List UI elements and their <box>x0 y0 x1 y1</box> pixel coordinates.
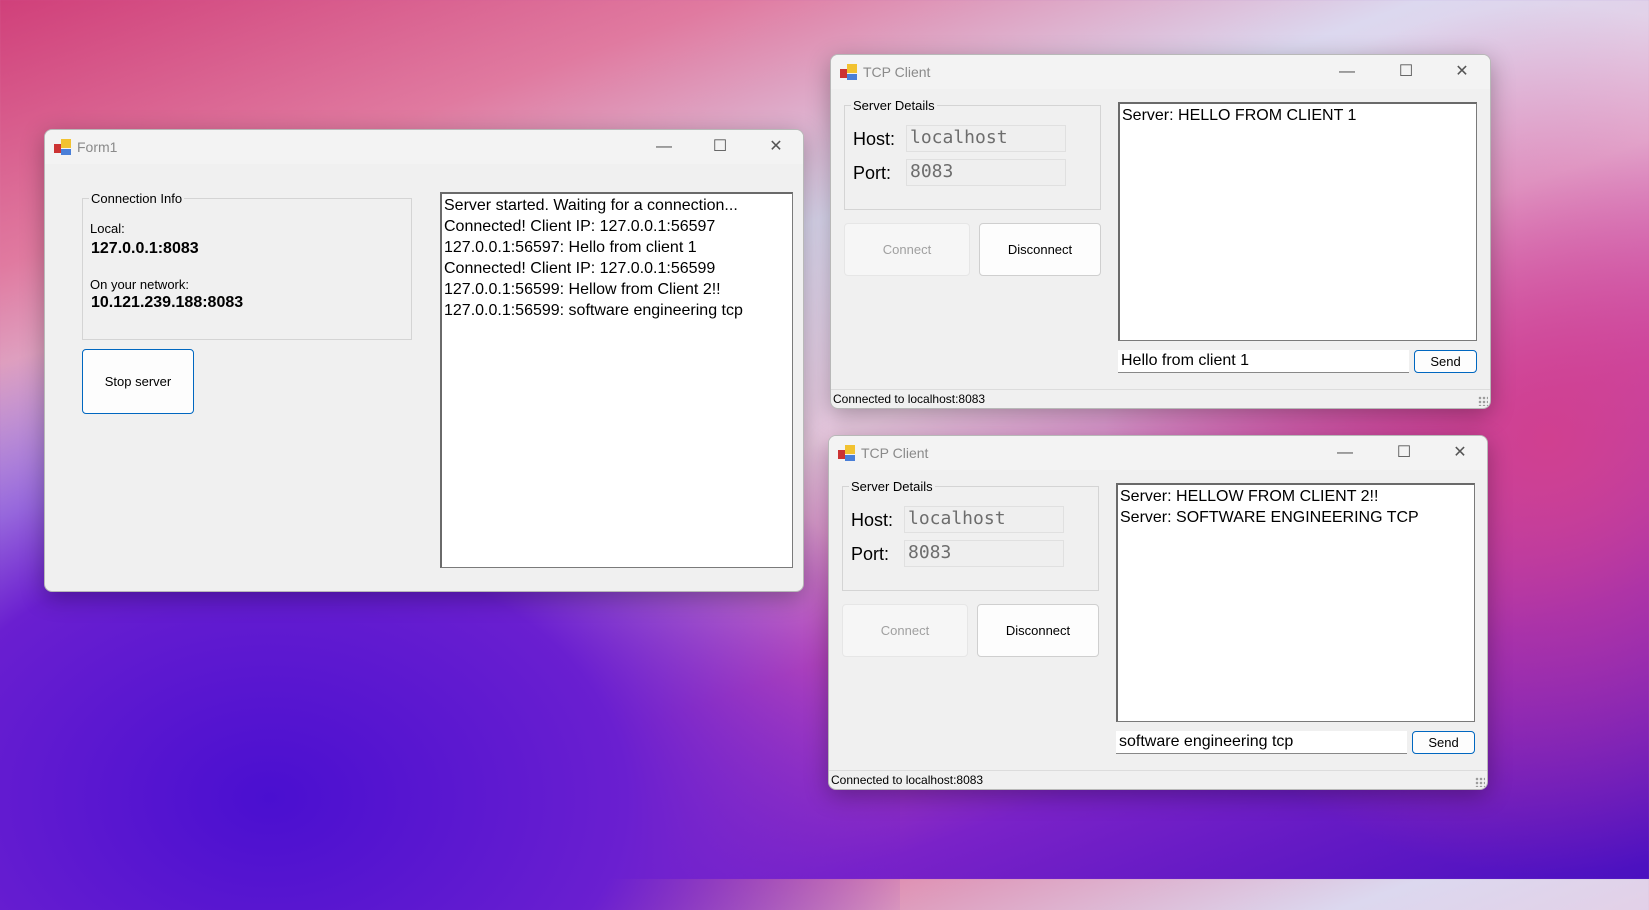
log-line: Connected! Client IP: 127.0.0.1:56599 <box>444 260 716 277</box>
status-bar: Connected to localhost:8083 <box>831 389 1490 408</box>
host-input[interactable]: localhost <box>906 125 1066 152</box>
resize-grip-icon[interactable] <box>1478 396 1488 406</box>
status-text: Connected to localhost:8083 <box>831 773 984 787</box>
server-details-group: Server Details <box>844 98 1101 210</box>
close-button[interactable]: ✕ <box>1437 440 1483 466</box>
port-label: Port: <box>853 163 892 183</box>
port-label: Port: <box>851 544 890 564</box>
title-bar[interactable]: TCP Client — ☐ ✕ <box>831 55 1490 89</box>
log-line: 127.0.0.1:56599: software engineering tc… <box>444 302 743 319</box>
host-label: Host: <box>851 510 894 530</box>
connection-info-group: Connection Info <box>82 191 412 340</box>
send-button[interactable]: Send <box>1412 731 1475 754</box>
log-line: Server started. Waiting for a connection… <box>444 197 738 214</box>
server-log[interactable]: Server started. Waiting for a connection… <box>440 192 793 568</box>
app-icon <box>840 64 857 81</box>
host-input[interactable]: localhost <box>904 506 1064 533</box>
status-text: Connected to localhost:8083 <box>833 392 986 406</box>
message-input[interactable]: Hello from client 1 <box>1118 350 1409 373</box>
log-line: 127.0.0.1:56597: Hello from client 1 <box>444 239 697 256</box>
tcp-client-window-1: TCP Client — ☐ ✕ Server Details Host: lo… <box>830 54 1491 409</box>
close-button[interactable]: ✕ <box>1439 59 1485 85</box>
title-bar[interactable]: Form1 — ☐ ✕ <box>45 130 803 164</box>
maximize-button[interactable]: ☐ <box>1383 59 1429 85</box>
network-address: 10.121.239.188:8083 <box>91 294 244 311</box>
send-button[interactable]: Send <box>1414 350 1477 373</box>
status-bar: Connected to localhost:8083 <box>829 770 1487 789</box>
log-line: Server: SOFTWARE ENGINEERING TCP <box>1120 509 1419 526</box>
tcp-client-window-2: TCP Client — ☐ ✕ Server Details Host: lo… <box>828 435 1488 790</box>
log-line: Server: HELLO FROM CLIENT 1 <box>1122 107 1357 124</box>
local-label: Local: <box>90 221 125 236</box>
window-title: TCP Client <box>863 64 931 80</box>
log-line: Connected! Client IP: 127.0.0.1:56597 <box>444 218 716 235</box>
close-button[interactable]: ✕ <box>753 134 799 160</box>
minimize-button[interactable]: — <box>1322 440 1368 466</box>
local-address: 127.0.0.1:8083 <box>91 240 199 257</box>
connect-button[interactable]: Connect <box>844 223 970 276</box>
minimize-button[interactable]: — <box>641 134 687 160</box>
server-details-group: Server Details <box>842 479 1099 591</box>
resize-grip-icon[interactable] <box>1475 777 1485 787</box>
port-input[interactable]: 8083 <box>906 159 1066 186</box>
disconnect-button[interactable]: Disconnect <box>977 604 1099 657</box>
message-input[interactable]: software engineering tcp <box>1116 731 1407 754</box>
window-title: TCP Client <box>861 445 929 461</box>
minimize-button[interactable]: — <box>1324 59 1370 85</box>
connect-button[interactable]: Connect <box>842 604 968 657</box>
group-label: Server Details <box>849 479 935 494</box>
host-label: Host: <box>853 129 896 149</box>
server-window: Form1 — ☐ ✕ Connection Info Local: 127.0… <box>44 129 804 592</box>
client-log[interactable]: Server: HELLOW FROM CLIENT 2!! Server: S… <box>1116 483 1475 722</box>
maximize-button[interactable]: ☐ <box>697 134 743 160</box>
log-line: Server: HELLOW FROM CLIENT 2!! <box>1120 488 1379 505</box>
title-bar[interactable]: TCP Client — ☐ ✕ <box>829 436 1487 470</box>
log-line: 127.0.0.1:56599: Hellow from Client 2!! <box>444 281 721 298</box>
network-label: On your network: <box>90 277 189 292</box>
app-icon <box>54 139 71 156</box>
port-input[interactable]: 8083 <box>904 540 1064 567</box>
app-icon <box>838 445 855 462</box>
stop-server-button[interactable]: Stop server <box>82 349 194 414</box>
group-label: Server Details <box>851 98 937 113</box>
window-title: Form1 <box>77 139 118 155</box>
maximize-button[interactable]: ☐ <box>1381 440 1427 466</box>
group-label: Connection Info <box>89 191 185 206</box>
disconnect-button[interactable]: Disconnect <box>979 223 1101 276</box>
client-log[interactable]: Server: HELLO FROM CLIENT 1 <box>1118 102 1477 341</box>
